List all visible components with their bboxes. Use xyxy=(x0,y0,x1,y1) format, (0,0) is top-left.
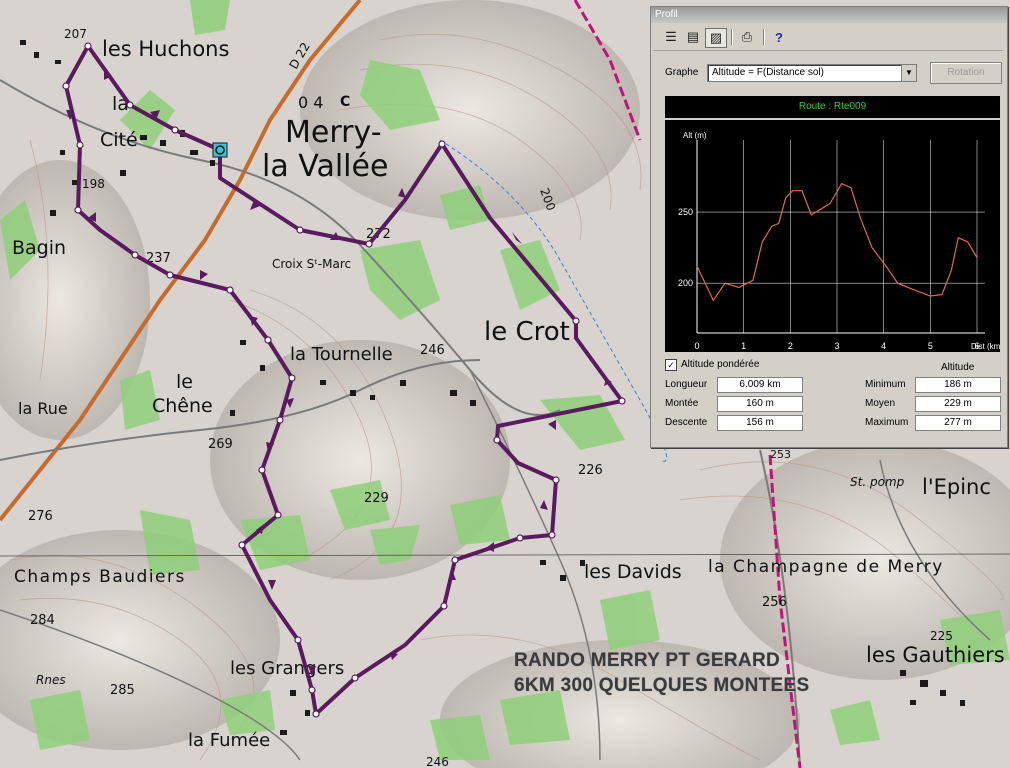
map-label: la Rue xyxy=(18,399,68,418)
map-label: C xyxy=(340,94,350,110)
weighted-altitude-label: Altitude pondérée xyxy=(681,359,760,370)
chart-icon[interactable]: ▨ xyxy=(705,28,727,48)
minimum-label: Minimum xyxy=(865,379,906,390)
x-tick-label: 1 xyxy=(741,341,746,351)
graph-select[interactable]: Altitude = F(Distance sol) ▼ xyxy=(707,64,917,82)
y-tick-label: 250 xyxy=(678,207,693,217)
caption-line-2: 6KM 300 QUELQUES MONTEES xyxy=(514,675,810,696)
map-label: les Grangers xyxy=(230,658,344,679)
map-label: les Gauthiers xyxy=(866,643,1005,667)
maximum-value: 277 m xyxy=(915,415,1001,431)
map-label: 276 xyxy=(28,509,53,524)
chart-svg: 0 1 2 3 4 5 6200250Alt (m)Dist (km) xyxy=(678,131,1003,351)
map-label: le Crot xyxy=(484,317,570,347)
map-label: 256 xyxy=(762,595,787,610)
map-label: les Huchons xyxy=(102,37,229,61)
map-label: 246 xyxy=(420,343,445,358)
map-label: 285 xyxy=(110,683,135,698)
maximum-label: Maximum xyxy=(865,417,909,428)
print-icon[interactable]: ⎙ xyxy=(737,28,757,46)
altitude-header: Altitude xyxy=(941,362,975,373)
help-icon[interactable]: ? xyxy=(769,28,789,46)
graph-select-value: Altitude = F(Distance sol) xyxy=(712,67,824,78)
map-label: Cité xyxy=(100,129,138,151)
x-tick-label: 5 xyxy=(928,341,933,351)
minimum-value: 186 m xyxy=(915,377,1001,393)
map-label: Bagin xyxy=(12,237,66,259)
map-label: les Davids xyxy=(584,561,682,583)
map-label: la Fumée xyxy=(188,730,270,751)
x-tick-label: 4 xyxy=(881,341,886,351)
map-label: la Tournelle xyxy=(290,344,393,365)
profile-title[interactable]: Profil xyxy=(651,7,1007,23)
map-label: la Champagne de Merry xyxy=(708,557,944,577)
map-label: 207 xyxy=(64,27,87,41)
map-label: Chêne xyxy=(152,395,213,417)
map-label: le xyxy=(176,371,193,393)
altitude-profile-chart: 0 1 2 3 4 5 6 200 250 Alt (m) Dist (km) xyxy=(665,120,1003,352)
rotation-button[interactable]: Rotation xyxy=(930,62,1002,84)
length-label: Longueur xyxy=(665,379,708,390)
map-label: Champs Baudiers xyxy=(14,567,186,587)
toolbar-separator xyxy=(763,29,764,45)
profile-toolbar: ☰ ▤ ▨ ⎙ ? xyxy=(653,26,1003,51)
route-label: Route : Rte009 xyxy=(665,96,1000,118)
map-label: la Vallée xyxy=(262,149,388,184)
map-caption: RANDO MERRY PT GERARD 6KM 300 QUELQUES M… xyxy=(514,648,809,698)
map-label: 284 xyxy=(30,613,55,628)
route-start-marker xyxy=(212,142,228,158)
descent-value: 156 m xyxy=(717,415,803,431)
map-label: 246 xyxy=(426,755,449,768)
mean-value: 229 m xyxy=(915,396,1001,412)
map-label: Rnes xyxy=(36,673,66,687)
map-label: l'Epinc xyxy=(922,475,991,499)
properties-icon[interactable]: ▤ xyxy=(683,28,703,46)
x-axis-label: Dist (km) xyxy=(971,342,1000,351)
map-label: 225 xyxy=(930,629,953,643)
map-label: 226 xyxy=(578,463,603,478)
y-axis-label: Alt (m) xyxy=(683,131,707,140)
map-label: St. pomp xyxy=(850,475,905,489)
caption-line-1: RANDO MERRY PT GERARD xyxy=(514,650,780,671)
weighted-altitude-checkbox[interactable]: ✓ xyxy=(665,359,677,371)
descent-label: Descente xyxy=(665,417,708,428)
mean-label: Moyen xyxy=(865,398,896,409)
map-label: 229 xyxy=(364,491,389,506)
chevron-down-icon[interactable]: ▼ xyxy=(901,65,916,81)
x-tick-label: 2 xyxy=(788,341,793,351)
map-label: 0 4 xyxy=(298,93,323,112)
length-value: 6.009 km xyxy=(717,377,803,393)
profile-window[interactable]: Profil ☰ ▤ ▨ ⎙ ? Graphe Altitude = F(Dis… xyxy=(650,6,1008,448)
list-icon[interactable]: ☰ xyxy=(661,28,681,46)
x-tick-label: 0 xyxy=(694,341,699,351)
ascent-label: Montée xyxy=(665,398,699,409)
x-tick-label: 3 xyxy=(834,341,839,351)
toolbar-separator xyxy=(731,29,732,45)
map-label: 253 xyxy=(770,448,791,461)
graph-label: Graphe xyxy=(665,67,699,78)
map-label: Merry- xyxy=(285,115,382,150)
map-label: Croix Sᵗ-Marc xyxy=(272,257,351,271)
ascent-value: 160 m xyxy=(717,396,803,412)
y-tick-label: 200 xyxy=(678,278,693,288)
map-label: 269 xyxy=(208,437,233,452)
map-label: la xyxy=(112,93,129,115)
map-label: 198 xyxy=(82,177,105,191)
